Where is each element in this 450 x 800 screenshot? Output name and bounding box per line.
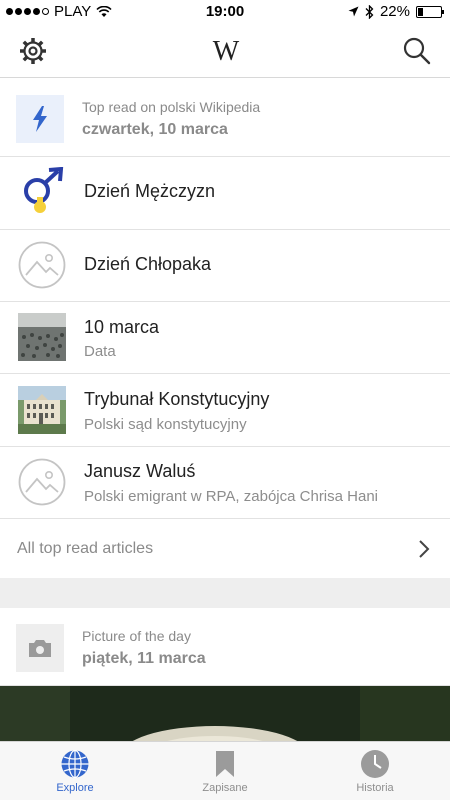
- battery-level: [418, 7, 423, 16]
- article-thumbnail-photo: [18, 386, 66, 434]
- tab-history-label: Historia: [356, 782, 394, 794]
- article-description: Data: [84, 343, 116, 360]
- status-bar: PLAY 19:00 22%: [0, 0, 450, 24]
- potd-date: piątek, 11 marca: [82, 650, 206, 667]
- picture-of-the-day-header[interactable]: Picture of the day piątek, 11 marca: [0, 608, 450, 686]
- tab-explore-label: Explore: [56, 782, 94, 794]
- lightning-bolt-icon: [33, 106, 47, 132]
- article-row-trybunal-konstytucyjny[interactable]: Trybunał Konstytucyjny Polski sąd konsty…: [0, 374, 450, 447]
- article-thumbnail: [18, 167, 66, 215]
- battery-icon: [416, 5, 444, 18]
- potd-title: Picture of the day: [82, 628, 191, 644]
- male-symbol-lightbulb-icon: [24, 167, 64, 213]
- navigation-bar: W: [0, 24, 450, 78]
- section-divider: [0, 578, 450, 608]
- article-thumbnail-photo: [18, 313, 66, 361]
- battery-percent: 22%: [379, 3, 410, 20]
- top-read-date: czwartek, 10 marca: [82, 121, 228, 138]
- tab-bar: Explore Zapisane Historia: [0, 741, 450, 800]
- article-thumbnail-placeholder: [18, 458, 66, 506]
- tab-saved-label: Zapisane: [202, 782, 248, 794]
- building-photo: [18, 386, 66, 434]
- globe-icon: [61, 749, 89, 779]
- top-read-title: Top read on polski Wikipedia: [82, 99, 261, 115]
- status-right: 22%: [348, 3, 444, 20]
- image-placeholder-icon: [18, 241, 66, 289]
- camera-icon: [29, 639, 51, 657]
- article-title: Dzień Chłopaka: [84, 254, 212, 274]
- tab-saved[interactable]: Zapisane: [150, 742, 300, 800]
- potd-icon-box: [16, 624, 64, 672]
- chevron-right-icon: [419, 540, 430, 558]
- all-top-read-label: All top read articles: [17, 540, 154, 557]
- article-row-dzien-mezczyzn[interactable]: Dzień Mężczyzn: [0, 157, 450, 230]
- top-read-header[interactable]: Top read on polski Wikipedia czwartek, 1…: [0, 79, 450, 157]
- wikipedia-logo: W: [212, 36, 239, 67]
- top-read-icon-box: [16, 95, 64, 143]
- location-arrow-icon: [348, 6, 359, 17]
- article-thumbnail-placeholder: [18, 241, 66, 289]
- article-row-10-marca[interactable]: 10 marca Data: [0, 301, 450, 374]
- potd-photo: [0, 686, 450, 741]
- article-row-dzien-chlopaka[interactable]: Dzień Chłopaka: [0, 229, 450, 302]
- article-description: Polski sąd konstytucyjny: [84, 416, 247, 433]
- all-top-read-link[interactable]: All top read articles: [0, 519, 450, 578]
- image-placeholder-icon: [18, 458, 66, 506]
- bookmark-icon: [216, 751, 234, 777]
- search-icon[interactable]: [402, 36, 432, 66]
- tab-explore[interactable]: Explore: [0, 742, 150, 800]
- article-title: Dzień Mężczyzn: [84, 181, 216, 201]
- clock-icon: [361, 750, 389, 778]
- article-row-janusz-walus[interactable]: Janusz Waluś Polski emigrant w RPA, zabó…: [0, 446, 450, 519]
- article-title: 10 marca: [84, 317, 160, 337]
- picture-of-the-day-image[interactable]: [0, 686, 450, 741]
- tab-history[interactable]: Historia: [300, 742, 450, 800]
- article-title: Janusz Waluś: [84, 461, 196, 481]
- crowd-photo: [18, 313, 66, 361]
- article-description: Polski emigrant w RPA, zabójca Chrisa Ha…: [84, 488, 379, 505]
- bluetooth-icon: [365, 4, 374, 19]
- article-title: Trybunał Konstytucyjny: [84, 389, 270, 409]
